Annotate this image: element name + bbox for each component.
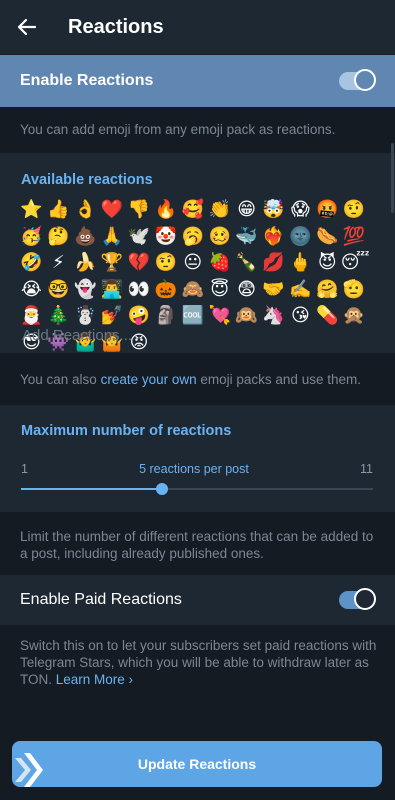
reaction-emoji[interactable]: 🤡: [152, 226, 179, 248]
reaction-emoji[interactable]: 🤯: [260, 199, 287, 221]
reaction-emoji[interactable]: 💅: [99, 305, 126, 327]
slider-value-label: 5 reactions per post: [139, 462, 249, 476]
app-bar: Reactions: [0, 0, 395, 54]
reaction-emoji[interactable]: 🕊️: [126, 226, 153, 248]
reaction-emoji[interactable]: 🤝: [260, 279, 287, 301]
slider-labels: 1 5 reactions per post 11: [21, 462, 373, 476]
reaction-emoji[interactable]: 😱: [287, 199, 314, 221]
own-pack-hint-text: You can also: [20, 372, 101, 387]
reaction-emoji[interactable]: 💋: [260, 252, 287, 274]
reaction-emoji[interactable]: 👏: [206, 199, 233, 221]
page-title: Reactions: [68, 15, 164, 38]
reaction-emoji[interactable]: 🫡: [341, 279, 368, 301]
enable-reactions-row[interactable]: Enable Reactions: [0, 55, 395, 107]
available-reactions-title: Available reactions: [21, 172, 153, 188]
paid-reactions-toggle[interactable]: [339, 588, 376, 610]
paid-hint: Switch this on to let your subscribers s…: [20, 637, 378, 688]
max-reactions-slider[interactable]: [21, 483, 373, 495]
reaction-emoji[interactable]: ❤️: [99, 199, 126, 221]
reaction-emoji[interactable]: 👨‍💻: [99, 279, 126, 301]
reaction-emoji[interactable]: 🤨: [152, 252, 179, 274]
reaction-emoji[interactable]: 💯: [341, 226, 368, 248]
reaction-emoji[interactable]: 😈: [314, 252, 341, 274]
emoji-pack-hint: You can add emoji from any emoji pack as…: [20, 122, 336, 137]
paid-reactions-row[interactable]: Enable Paid Reactions: [0, 575, 395, 625]
reaction-emoji[interactable]: 🗿: [152, 305, 179, 327]
reaction-emoji[interactable]: 🐳: [233, 226, 260, 248]
reaction-emoji[interactable]: 💘: [206, 305, 233, 327]
reaction-emoji[interactable]: 😘: [287, 305, 314, 327]
own-pack-hint-text-end: emoji packs and use them.: [196, 372, 361, 387]
enable-reactions-label: Enable Reactions: [20, 72, 154, 89]
reaction-emoji[interactable]: 🏆: [99, 252, 126, 274]
reaction-emoji[interactable]: 🖕: [287, 252, 314, 274]
reaction-emoji[interactable]: 🤨: [341, 199, 368, 221]
reaction-emoji[interactable]: ❤️‍🔥: [260, 226, 287, 248]
reaction-emoji[interactable]: 😭: [18, 279, 45, 301]
reaction-emoji[interactable]: 🆒: [179, 305, 206, 327]
reaction-emoji[interactable]: 🙈: [179, 279, 206, 301]
limit-hint: Limit the number of different reactions …: [20, 529, 374, 561]
slider-max-label: 11: [360, 462, 373, 476]
reaction-emoji[interactable]: 👌: [72, 199, 99, 221]
reaction-emoji[interactable]: 😐: [179, 252, 206, 274]
add-reactions-input[interactable]: Add Reactions...: [22, 327, 132, 344]
reaction-emoji[interactable]: 🍌: [72, 252, 99, 274]
slider-min-label: 1: [21, 462, 28, 476]
reaction-emoji[interactable]: 🎅: [18, 305, 45, 327]
update-reactions-label: Update Reactions: [137, 756, 257, 772]
reaction-emoji[interactable]: ⭐: [18, 199, 45, 221]
paid-reactions-label: Enable Paid Reactions: [20, 591, 182, 608]
reaction-emoji[interactable]: 🙉: [233, 305, 260, 327]
reaction-emoji[interactable]: 🥳: [18, 226, 45, 248]
reaction-emoji[interactable]: 💔: [126, 252, 153, 274]
reaction-emoji[interactable]: 👎: [126, 199, 153, 221]
max-reactions-title: Maximum number of reactions: [21, 423, 232, 439]
reaction-emoji[interactable]: ⚡: [45, 252, 72, 274]
max-reactions-card: Maximum number of reactions 1 5 reaction…: [0, 405, 395, 512]
slider-thumb[interactable]: [155, 483, 168, 495]
update-reactions-button[interactable]: Update Reactions: [12, 741, 382, 787]
reaction-emoji[interactable]: ☃️: [72, 305, 99, 327]
available-reactions-card: Available reactions ⭐ 👍 👌 ❤️ 👎 🔥 🥰 👏 😁 🤯 😱 🤬 🤨 🥳 🤔 💩 🙏 🕊️…: [0, 143, 395, 353]
own-pack-hint: You can also create your own emoji packs…: [20, 371, 378, 388]
reaction-emoji[interactable]: 👍: [45, 199, 72, 221]
reaction-emoji[interactable]: 👻: [72, 279, 99, 301]
reaction-emoji[interactable]: 🤪: [126, 305, 153, 327]
reaction-emoji[interactable]: 🤬: [314, 199, 341, 221]
reaction-emoji[interactable]: 🎃: [152, 279, 179, 301]
reaction-emoji[interactable]: 🙊: [341, 305, 368, 327]
back-button[interactable]: [0, 0, 54, 54]
reaction-emoji[interactable]: 🎄: [45, 305, 72, 327]
reaction-emoji[interactable]: 😁: [233, 199, 260, 221]
slider-fill: [21, 488, 162, 490]
reaction-emoji[interactable]: 🥱: [179, 226, 206, 248]
reaction-emoji[interactable]: 💊: [314, 305, 341, 327]
learn-more-link[interactable]: Learn More ›: [56, 672, 133, 687]
reaction-emoji[interactable]: 👀: [126, 279, 153, 301]
create-own-pack-link[interactable]: create your own: [101, 372, 197, 387]
reaction-emoji[interactable]: 🦄: [260, 305, 287, 327]
reaction-emoji[interactable]: 🤓: [45, 279, 72, 301]
reaction-emoji[interactable]: 😇: [206, 279, 233, 301]
reaction-emoji[interactable]: 🤔: [45, 226, 72, 248]
reaction-emoji[interactable]: 😨: [233, 279, 260, 301]
scrollbar[interactable]: [391, 143, 394, 213]
reaction-emoji[interactable]: 🤣: [18, 252, 45, 274]
reaction-emoji[interactable]: 🥴: [206, 226, 233, 248]
enable-reactions-toggle[interactable]: [339, 69, 376, 91]
reaction-emoji[interactable]: 🍓: [206, 252, 233, 274]
reaction-emoji[interactable]: 🌭: [314, 226, 341, 248]
arrow-left-icon: [17, 18, 37, 36]
reaction-emoji[interactable]: 🙏: [99, 226, 126, 248]
app-logo-icon: [15, 753, 43, 787]
reaction-emoji[interactable]: 🍾: [233, 252, 260, 274]
reaction-emoji[interactable]: 🔥: [152, 199, 179, 221]
reaction-emoji[interactable]: 😴: [341, 252, 370, 274]
reaction-emoji[interactable]: 🌚: [287, 226, 314, 248]
reaction-emoji[interactable]: 🤗: [314, 279, 341, 301]
reaction-emoji[interactable]: 🥰: [179, 199, 206, 221]
reaction-emoji[interactable]: 💩: [72, 226, 99, 248]
reaction-emoji[interactable]: ✍️: [287, 279, 314, 301]
